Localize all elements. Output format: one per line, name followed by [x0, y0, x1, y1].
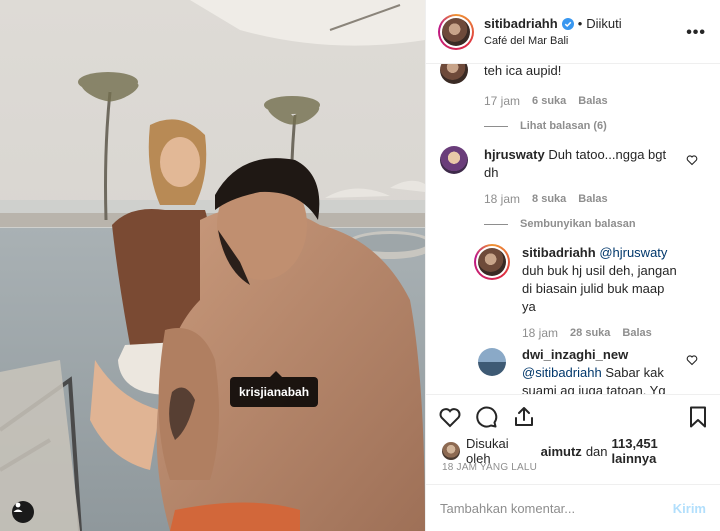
comment-reply-button[interactable]: Balas	[578, 193, 607, 205]
post-timestamp[interactable]: 18 JAM YANG LALU	[442, 462, 537, 473]
reply-item: dwi_inzaghi_new @sitibadriahh Sabar kak …	[466, 346, 720, 394]
comment-time[interactable]: 18 jam	[484, 192, 520, 206]
comment-time[interactable]: 17 jam	[484, 94, 520, 108]
add-comment-bar: Kirim	[426, 484, 720, 531]
comment-input[interactable]	[440, 500, 665, 516]
hide-replies-label: Sembunyikan balasan	[520, 218, 636, 230]
reply-likes[interactable]: 28 suka	[570, 327, 610, 339]
author-username[interactable]: sitibadriahh	[484, 16, 558, 31]
header-separator: •	[577, 16, 583, 31]
comments-list[interactable]: teh ica aupid! 17 jam 6 suka Balas Lihat…	[426, 64, 720, 394]
post-actions	[426, 394, 720, 436]
reply-mention[interactable]: @sitibadriahh	[522, 365, 602, 380]
comment-likes[interactable]: 6 suka	[532, 95, 566, 107]
heart-icon[interactable]	[438, 405, 462, 429]
reply-item: sitibadriahh @hjruswaty duh buk hj usil …	[466, 244, 720, 340]
reply-avatar[interactable]	[474, 244, 510, 280]
comment-like-icon[interactable]	[686, 354, 698, 366]
comment-like-icon[interactable]	[686, 154, 698, 166]
tagged-users-button[interactable]	[12, 501, 34, 523]
reply-username[interactable]: dwi_inzaghi_new	[522, 347, 628, 362]
reply-avatar[interactable]	[478, 348, 506, 376]
liked-by-user[interactable]: aimutz	[541, 444, 582, 459]
user-tag[interactable]: krisjianabah	[230, 371, 319, 407]
comment-reply-button[interactable]: Balas	[578, 95, 607, 107]
follow-status-button[interactable]: Diikuti	[586, 16, 621, 31]
person-icon	[13, 502, 23, 512]
liked-by-connector: dan	[585, 443, 608, 459]
liked-by-avatar[interactable]	[442, 442, 460, 460]
comment-icon[interactable]	[474, 405, 498, 429]
comment-likes[interactable]: 8 suka	[532, 193, 566, 205]
view-replies-label: Lihat balasan (6)	[520, 120, 607, 132]
reply-mention[interactable]: @hjruswaty	[599, 245, 667, 260]
share-icon[interactable]	[512, 405, 536, 429]
reply-time[interactable]: 18 jam	[522, 326, 558, 340]
comment-text: teh ica aupid!	[484, 64, 562, 78]
reply-username[interactable]: sitibadriahh	[522, 245, 596, 260]
likes-count[interactable]: 113,451 lainnya	[612, 436, 706, 466]
hide-replies-toggle[interactable]: Sembunyikan balasan	[484, 218, 680, 230]
comment-item: hjruswaty Duh tatoo...ngga bgt dh 18 jam…	[426, 146, 720, 230]
view-replies-toggle[interactable]: Lihat balasan (6)	[484, 120, 680, 132]
comment-item: teh ica aupid! 17 jam 6 suka Balas Lihat…	[426, 64, 720, 132]
post-photo[interactable]: krisjianabah	[0, 0, 425, 531]
comment-avatar[interactable]	[440, 64, 468, 84]
comment-username[interactable]: hjruswaty	[484, 147, 545, 162]
post-header: sitibadriahh • Diikuti Café del Mar Bali…	[426, 0, 720, 64]
reply-reply-button[interactable]: Balas	[622, 327, 651, 339]
more-options-button[interactable]: •••	[686, 24, 706, 42]
bookmark-icon[interactable]	[686, 405, 710, 429]
post-comment-button[interactable]: Kirim	[673, 501, 706, 516]
reply-text: duh buk hj usil deh, jangan di biasain j…	[522, 263, 677, 314]
comment-avatar[interactable]	[440, 146, 468, 174]
user-tag-label: krisjianabah	[239, 385, 310, 399]
verified-badge-icon	[561, 17, 574, 30]
author-avatar[interactable]	[438, 13, 474, 50]
post-location[interactable]: Café del Mar Bali	[484, 35, 622, 47]
photo-scene	[0, 0, 425, 531]
post-side-panel: sitibadriahh • Diikuti Café del Mar Bali…	[425, 0, 720, 531]
